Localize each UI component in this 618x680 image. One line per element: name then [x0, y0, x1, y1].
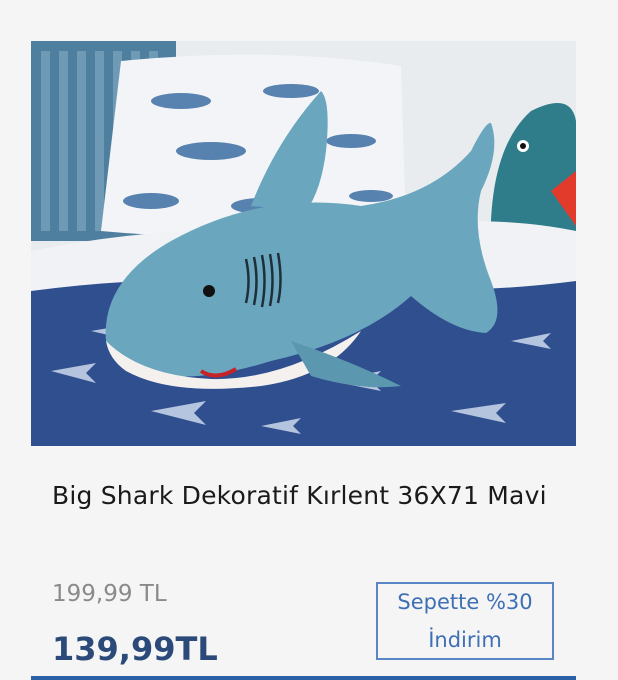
badge-line-1: Sepette %30 — [397, 590, 533, 614]
card-bottom-accent — [31, 676, 576, 680]
current-price: 139,99TL — [52, 630, 218, 668]
old-price: 199,99 TL — [52, 581, 167, 607]
product-image[interactable] — [31, 41, 576, 446]
product-title[interactable]: Big Shark Dekoratif Kırlent 36X71 Mavi — [52, 478, 552, 514]
badge-line-2: İndirim — [428, 628, 502, 652]
cart-discount-badge[interactable]: Sepette %30 İndirim — [376, 582, 554, 660]
product-card[interactable]: Big Shark Dekoratif Kırlent 36X71 Mavi 1… — [0, 0, 618, 680]
